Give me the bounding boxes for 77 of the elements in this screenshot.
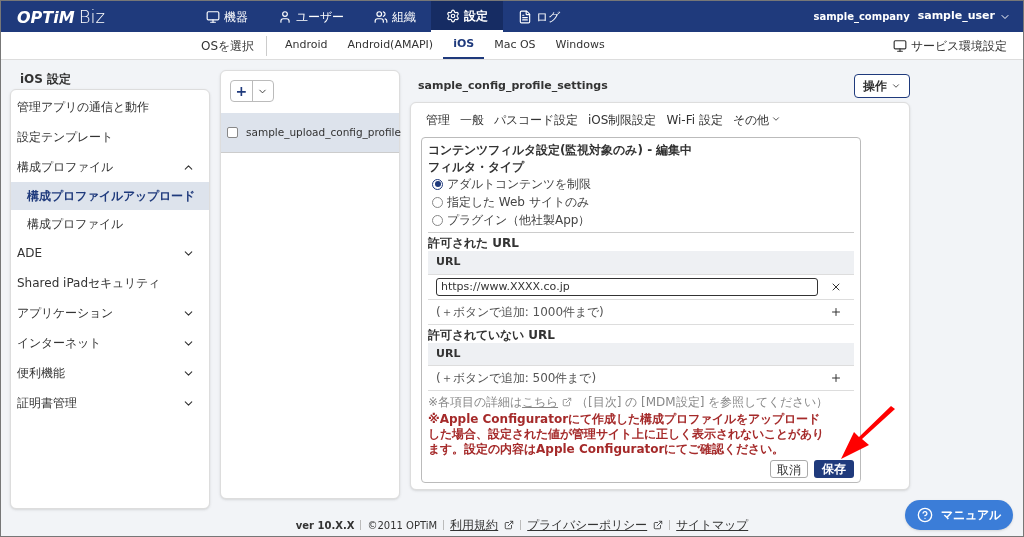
external-link-icon [653,520,664,530]
nav-tab[interactable]: 機器 [191,1,263,32]
sidebar-item[interactable]: 設定テンプレート [11,122,209,152]
column-header: URL [428,342,854,366]
document-icon [518,9,532,24]
help-note: ※各項目の詳細はこちら （[目次] の [MDM設定] を参照してください） [428,394,830,410]
caret-icon [770,114,781,124]
help-link[interactable]: こちら [522,394,559,410]
cancel-button[interactable]: 取消 [770,460,808,478]
sidebar-item[interactable]: 構成プロファイル [11,152,209,182]
os-tab[interactable]: Android [275,32,338,59]
url-field[interactable]: https://www.XXXX.co.jp [436,277,818,296]
settings-tab[interactable]: Wi-Fi 設定 [666,111,723,129]
checkbox[interactable] [227,127,238,138]
settings-tab[interactable]: 管理 [426,111,450,129]
user-icon [278,9,292,24]
user-menu[interactable]: sample_user [917,8,1011,25]
card-title: コンテンツフィルタ設定(監視対象のみ) - 編集中 [428,142,694,159]
footer-link[interactable]: プライバシーポリシー [527,516,648,534]
product-name: Biz [78,5,105,29]
os-tab[interactable]: Windows [545,32,615,59]
profile-title: sample_config_profile_settings [418,77,608,94]
nav-tab[interactable]: ユーザー [263,1,359,32]
footer-link[interactable]: サイトマップ [676,516,749,534]
settings-tab[interactable]: パスコード設定 [494,111,578,129]
os-tab[interactable]: iOS [443,32,485,59]
company-name: sample_company [813,10,910,24]
column-header: URL [428,251,854,275]
save-button[interactable]: 保存 [814,460,854,478]
service-settings-link[interactable]: サービス環境設定 [893,36,1007,55]
settings-icon [446,8,460,23]
add-icon[interactable] [830,372,842,384]
external-link-icon [504,520,515,530]
warning-text: ※Apple Configuratorにて作成した構成プロファイルをアップロードした場合、設定された値が管理サイト上に正しく表示されないことがあります。設定の内容はApple Configuratorにてご確認ください。 [428,412,825,457]
more-menu[interactable]: その他 [732,111,781,137]
field-label: フィルタ・タイプ [428,159,526,175]
section-label: 許可されていない URL [428,326,556,343]
sidebar-item[interactable]: アプリケーション [11,298,209,328]
section-label: 許可された URL [428,235,520,251]
sidebar-item[interactable]: 証明書管理 [11,388,209,418]
monitor-icon [893,38,907,53]
settings-tab[interactable]: 一般 [460,111,484,129]
sidebar-title: iOS 設定 [19,71,73,88]
sidebar-item[interactable]: Shared iPadセキュリティ [11,268,209,298]
profile-row[interactable]: sample_upload_config_profile [221,113,399,153]
sidebar-item[interactable]: 管理アプリの通信と動作 [11,92,209,122]
help-icon [917,507,933,523]
nav-tab[interactable]: 設定 [431,1,503,32]
version-text: ver 10.X.X [295,518,355,533]
footer-link[interactable]: 利用規約 [450,516,499,534]
radio-option[interactable]: 指定した Web サイトのみ [428,193,854,211]
os-select-label: OSを選択 [201,35,268,56]
logo: OPTiM [17,7,75,29]
add-hint: (＋ボタンで追加: 500件まで) [436,370,597,387]
copyright-text: ©2011 OPTiM [367,518,438,533]
os-tab[interactable]: Mac OS [484,32,546,59]
caret-icon [891,81,901,91]
people-icon [374,9,388,24]
sidebar-subitem[interactable]: 構成プロファイル [11,210,209,238]
radio-option[interactable]: アダルトコンテンツを制限 [428,175,854,193]
sidebar-item[interactable]: ADE [11,238,209,268]
profile-name: sample_upload_config_profile [246,124,401,141]
device-icon [206,9,220,24]
sidebar-subitem[interactable]: 構成プロファイルアップロード [11,182,209,210]
os-tab[interactable]: Android(AMAPI) [337,32,444,59]
sidebar-item[interactable]: 便利機能 [11,358,209,388]
manual-button[interactable]: マニュアル [905,500,1013,530]
add-button[interactable]: + [231,81,253,101]
external-link-icon [562,397,573,407]
nav-tab[interactable]: 組織 [359,1,431,32]
radio-option[interactable]: プラグイン（他社製App） [428,211,854,229]
add-hint: (＋ボタンで追加: 1000件まで) [436,303,604,321]
settings-tab[interactable]: iOS制限設定 [588,111,657,129]
add-icon[interactable] [830,305,842,318]
nav-tab[interactable]: ログ [503,1,575,32]
sidebar-item[interactable]: インターネット [11,328,209,358]
action-button[interactable]: 操作 [854,74,910,98]
